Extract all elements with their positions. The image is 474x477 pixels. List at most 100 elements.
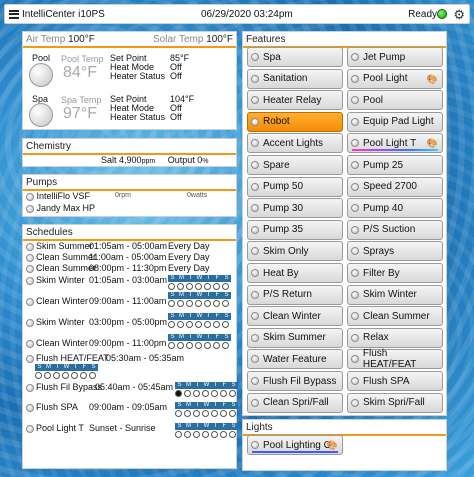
feature-button-clean-summer[interactable]: Clean Summer (347, 306, 443, 327)
feature-radio-icon[interactable] (351, 74, 359, 83)
schedule-radio-icon[interactable] (26, 403, 34, 412)
feature-button-pump-40[interactable]: Pump 40 (347, 198, 443, 219)
schedule-row[interactable]: Skim Winter (26, 317, 85, 327)
pump-row[interactable]: Jandy Max HP (26, 203, 95, 213)
feature-button-filter-by[interactable]: Filter By (347, 263, 443, 283)
spa-toggle[interactable] (29, 103, 53, 127)
day-checkboxes[interactable] (175, 431, 238, 438)
feature-button-relax[interactable]: Relax (347, 327, 443, 348)
schedule-radio-icon[interactable] (26, 242, 34, 251)
pump-radio-icon[interactable] (26, 192, 34, 201)
schedule-row[interactable]: Flush Fil Bypass (26, 382, 102, 392)
menu-icon[interactable] (9, 9, 19, 19)
feature-radio-icon[interactable] (251, 247, 259, 256)
feature-radio-icon[interactable] (251, 117, 259, 126)
schedule-row[interactable]: Clean Winter (26, 296, 88, 306)
light-radio-icon[interactable] (251, 441, 259, 449)
feature-button-skim-only[interactable]: Skim Only (247, 241, 343, 262)
palette-icon[interactable]: 🎨 (427, 74, 438, 85)
feature-button-skim-summer[interactable]: Skim Summer (247, 327, 343, 348)
feature-button-jet-pump[interactable]: Jet Pump (347, 47, 443, 67)
feature-button-speed-2700[interactable]: Speed 2700 (347, 176, 443, 197)
feature-button-spare[interactable]: Spare (247, 155, 343, 175)
feature-radio-icon[interactable] (351, 96, 359, 105)
feature-button-pool-light[interactable]: Pool Light 🎨 (347, 68, 443, 89)
schedule-radio-icon[interactable] (26, 383, 34, 392)
feature-radio-icon[interactable] (351, 204, 359, 213)
feature-button-flush-fil-bypass[interactable]: Flush Fil Bypass (247, 371, 343, 391)
schedule-radio-icon[interactable] (26, 276, 34, 285)
feature-radio-icon[interactable] (251, 398, 259, 407)
schedule-row[interactable]: Pool Light T (26, 423, 84, 433)
schedule-row[interactable]: Clean Summer (26, 252, 96, 262)
feature-radio-icon[interactable] (351, 269, 359, 277)
feature-button-flush-heat-feat[interactable]: Flush HEAT/FEAT (347, 348, 443, 370)
feature-radio-icon[interactable] (251, 53, 259, 61)
feature-radio-icon[interactable] (351, 398, 359, 407)
feature-button-pump-35[interactable]: Pump 35 (247, 219, 343, 240)
schedule-radio-icon[interactable] (26, 339, 34, 348)
feature-radio-icon[interactable] (251, 96, 259, 105)
feature-button-clean-winter[interactable]: Clean Winter (247, 306, 343, 327)
feature-radio-icon[interactable] (251, 333, 259, 342)
feature-button-spa[interactable]: Spa (247, 47, 343, 67)
day-checkboxes[interactable] (168, 300, 231, 307)
feature-radio-icon[interactable] (251, 161, 259, 169)
feature-button-water-feature[interactable]: Water Feature (247, 349, 343, 370)
feature-radio-icon[interactable] (351, 355, 359, 364)
feature-button-skim-spri-fall[interactable]: Skim Spri/Fall (347, 392, 443, 413)
feature-radio-icon[interactable] (351, 333, 359, 342)
day-checkboxes[interactable] (35, 372, 98, 379)
gear-icon[interactable]: ⚙ (453, 7, 465, 23)
schedule-row[interactable]: Clean Winter (26, 338, 88, 348)
pool-toggle[interactable] (29, 63, 53, 87)
schedule-row[interactable]: Skim Winter (26, 275, 85, 285)
feature-button-heater-relay[interactable]: Heater Relay (247, 90, 343, 111)
day-checkboxes[interactable] (168, 283, 231, 290)
feature-button-sprays[interactable]: Sprays (347, 241, 443, 262)
schedule-row[interactable]: Flush HEAT/FEAT (26, 353, 109, 363)
light-button-pool-lighting-g[interactable]: Pool Lighting G 🎨 (247, 435, 343, 455)
feature-radio-icon[interactable] (251, 290, 259, 299)
day-checkboxes[interactable] (175, 410, 238, 417)
feature-radio-icon[interactable] (251, 182, 259, 191)
feature-button-pump-25[interactable]: Pump 25 (347, 155, 443, 175)
feature-button-flush-spa[interactable]: Flush SPA (347, 371, 443, 391)
feature-button-pool[interactable]: Pool (347, 90, 443, 111)
schedule-row[interactable]: Clean Summer (26, 263, 96, 273)
feature-radio-icon[interactable] (251, 355, 259, 364)
feature-radio-icon[interactable] (351, 312, 359, 321)
schedule-radio-icon[interactable] (26, 318, 34, 327)
feature-button-sanitation[interactable]: Sanitation (247, 68, 343, 89)
feature-button-pump-30[interactable]: Pump 30 (247, 198, 343, 219)
schedule-radio-icon[interactable] (26, 253, 34, 262)
feature-radio-icon[interactable] (251, 377, 259, 385)
feature-button-pool-light-t[interactable]: Pool Light T 🎨 (347, 133, 443, 154)
feature-button-accent-lights[interactable]: Accent Lights (247, 133, 343, 154)
day-checkboxes[interactable] (168, 321, 231, 328)
feature-radio-icon[interactable] (251, 312, 259, 321)
feature-radio-icon[interactable] (351, 225, 359, 234)
pump-row[interactable]: IntelliFlo VSF (26, 191, 90, 201)
feature-button-p-s-return[interactable]: P/S Return (247, 284, 343, 305)
day-checkboxes[interactable] (175, 390, 238, 397)
schedule-radio-icon[interactable] (26, 264, 34, 273)
feature-radio-icon[interactable] (351, 53, 359, 61)
feature-radio-icon[interactable] (351, 161, 359, 169)
feature-radio-icon[interactable] (351, 377, 359, 385)
feature-button-skim-winter[interactable]: Skim Winter (347, 284, 443, 305)
feature-button-robot[interactable]: Robot (247, 111, 343, 132)
feature-radio-icon[interactable] (351, 117, 359, 126)
feature-radio-icon[interactable] (251, 139, 259, 148)
feature-button-p-s-suction[interactable]: P/S Suction (347, 219, 443, 240)
feature-radio-icon[interactable] (251, 225, 259, 234)
feature-button-clean-spri-fall[interactable]: Clean Spri/Fall (247, 392, 343, 413)
feature-button-equip-pad-light[interactable]: Equip Pad Light (347, 111, 443, 132)
day-checkboxes[interactable] (168, 342, 231, 349)
feature-button-pump-50[interactable]: Pump 50 (247, 176, 343, 197)
schedule-row[interactable]: Skim Summer (26, 241, 93, 251)
pump-radio-icon[interactable] (26, 204, 34, 213)
feature-radio-icon[interactable] (251, 204, 259, 213)
feature-button-heat-by[interactable]: Heat By (247, 263, 343, 283)
palette-icon[interactable]: 🎨 (327, 440, 338, 451)
